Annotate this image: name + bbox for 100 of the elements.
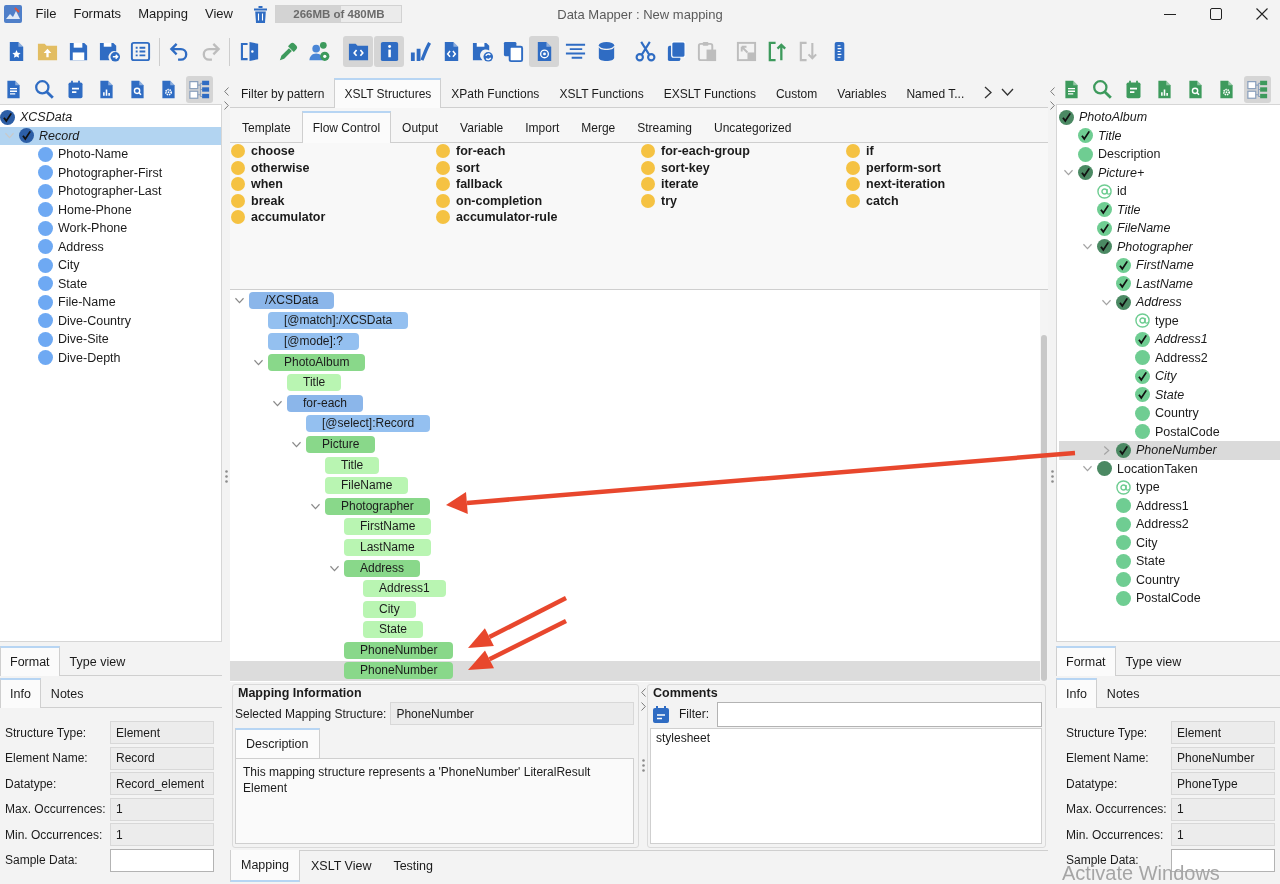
tree-row[interactable]: City bbox=[1059, 533, 1280, 552]
tree-row[interactable]: type bbox=[1059, 311, 1280, 330]
filter-field[interactable] bbox=[717, 701, 1042, 727]
palette-item[interactable]: sort bbox=[456, 160, 480, 175]
tree-row[interactable]: Photographer bbox=[230, 495, 1040, 517]
chevron-right-icon[interactable] bbox=[984, 86, 993, 99]
grip-icon[interactable] bbox=[224, 470, 228, 483]
tab[interactable]: Named T... bbox=[896, 78, 975, 108]
tree-row[interactable]: PhotoAlbum bbox=[230, 351, 1040, 373]
tree-row[interactable]: [@select]:Record bbox=[230, 413, 1040, 435]
tree-row[interactable]: Title bbox=[230, 372, 1040, 393]
tree-row[interactable]: State bbox=[1059, 552, 1280, 571]
tab[interactable]: Description bbox=[235, 728, 320, 758]
mapping-node[interactable]: Picture bbox=[306, 435, 376, 453]
tree-row[interactable]: PhotoAlbum bbox=[1059, 108, 1280, 127]
tree-row[interactable]: Work-Phone bbox=[0, 219, 221, 238]
selected-structure-field[interactable]: PhoneNumber bbox=[390, 702, 634, 725]
tree-row[interactable]: State bbox=[1059, 385, 1280, 404]
tree-view-button[interactable] bbox=[186, 76, 213, 103]
mapping-node[interactable]: Photographer bbox=[325, 497, 430, 515]
palette-item[interactable]: otherwise bbox=[251, 160, 310, 175]
tree-row[interactable]: Country bbox=[1059, 570, 1280, 589]
tree-row[interactable]: File-Name bbox=[0, 293, 221, 312]
property-field[interactable]: Record_element bbox=[110, 772, 214, 796]
tree-row[interactable]: Description bbox=[1059, 145, 1280, 164]
palette-item[interactable]: choose bbox=[251, 144, 295, 159]
property-field[interactable]: 1 bbox=[110, 823, 214, 847]
menu-item[interactable]: Formats bbox=[64, 4, 130, 24]
palette-item[interactable]: perform-sort bbox=[866, 160, 941, 175]
tab[interactable]: Notes bbox=[40, 678, 94, 708]
tab[interactable]: Info bbox=[0, 678, 41, 708]
tab[interactable]: Flow Control bbox=[301, 111, 392, 143]
tab[interactable]: Merge bbox=[570, 111, 627, 143]
tree-row[interactable]: Address2 bbox=[1059, 348, 1280, 367]
mapping-node[interactable]: City bbox=[363, 600, 416, 618]
tree-row[interactable]: Address1 bbox=[1059, 496, 1280, 515]
grip-icon[interactable] bbox=[1050, 470, 1054, 483]
tree-row[interactable]: Title bbox=[1059, 126, 1280, 145]
tree-row[interactable]: Picture+ bbox=[1059, 163, 1280, 182]
property-field[interactable] bbox=[110, 848, 214, 872]
tree-row[interactable]: Address1 bbox=[230, 578, 1040, 599]
tree-row[interactable]: PostalCode bbox=[1059, 422, 1280, 441]
mapping-node[interactable]: State bbox=[363, 621, 424, 639]
tree-row[interactable]: State bbox=[0, 274, 221, 293]
tree-view-button[interactable] bbox=[1244, 76, 1271, 103]
mapping-node[interactable]: PhoneNumber bbox=[344, 662, 454, 680]
tree-row[interactable]: XCSData bbox=[0, 108, 221, 127]
tree-row[interactable]: PhoneNumber bbox=[230, 640, 1040, 661]
property-field[interactable]: PhoneNumber bbox=[1171, 746, 1275, 770]
tree-row[interactable]: LastName bbox=[1059, 274, 1280, 293]
property-field[interactable]: 1 bbox=[110, 797, 214, 821]
property-field[interactable]: PhoneType bbox=[1171, 772, 1275, 796]
mapping-node[interactable]: Title bbox=[325, 456, 380, 474]
tab[interactable]: Type view bbox=[1115, 646, 1192, 676]
tree-row[interactable]: Dive-Depth bbox=[0, 348, 221, 367]
tree-row[interactable]: Title bbox=[230, 454, 1040, 476]
menu-item[interactable]: File bbox=[27, 4, 65, 24]
close-icon[interactable] bbox=[1256, 8, 1268, 20]
tree-row[interactable]: id bbox=[1059, 182, 1280, 201]
property-field[interactable]: Element bbox=[1171, 721, 1275, 744]
mapping-node[interactable]: FirstName bbox=[344, 518, 432, 536]
property-field[interactable]: 1 bbox=[1171, 797, 1275, 821]
chevron-down-icon[interactable] bbox=[1001, 88, 1015, 96]
tree-row[interactable]: PostalCode bbox=[1059, 589, 1280, 608]
tree-row[interactable]: Photographer-Last bbox=[0, 182, 221, 201]
tree-row[interactable]: Address bbox=[230, 557, 1040, 579]
info-button[interactable] bbox=[374, 36, 404, 67]
chevron-left-icon[interactable] bbox=[640, 688, 646, 697]
mapping-node[interactable]: Address1 bbox=[363, 580, 446, 598]
tab[interactable]: Info bbox=[1056, 678, 1097, 708]
property-field[interactable]: Element bbox=[110, 721, 214, 744]
memory-bar[interactable]: 266MB of 480MB bbox=[275, 5, 403, 23]
mapping-node[interactable]: PhoneNumber bbox=[344, 641, 454, 659]
palette-item[interactable]: when bbox=[251, 177, 283, 192]
tree-row[interactable]: /XCSData bbox=[230, 290, 1040, 311]
file-at-button[interactable] bbox=[529, 36, 559, 67]
tree-row[interactable]: PhoneNumber bbox=[1059, 441, 1280, 460]
tree-row[interactable]: Photographer-First bbox=[0, 163, 221, 182]
tree-row[interactable]: Dive-Site bbox=[0, 330, 221, 349]
tree-row[interactable]: Address bbox=[1059, 293, 1280, 312]
tab[interactable]: XSLT View bbox=[299, 850, 383, 882]
tab[interactable]: EXSLT Functions bbox=[653, 78, 766, 108]
tree-row[interactable]: City bbox=[230, 598, 1040, 620]
tab[interactable]: Custom bbox=[765, 78, 828, 108]
mapping-node[interactable]: [@mode]:? bbox=[268, 333, 359, 350]
tree-row[interactable]: Picture bbox=[230, 434, 1040, 455]
tree-row[interactable]: FirstName bbox=[1059, 256, 1280, 275]
tree-row[interactable]: FileName bbox=[230, 475, 1040, 496]
palette-item[interactable]: break bbox=[251, 193, 285, 208]
tab[interactable]: Testing bbox=[382, 850, 444, 882]
tab[interactable]: Format bbox=[1056, 646, 1116, 676]
tree-row[interactable]: LastName bbox=[230, 537, 1040, 558]
tree-row[interactable]: PhoneNumber bbox=[230, 660, 1040, 682]
grip-icon[interactable] bbox=[641, 759, 645, 772]
tab[interactable]: XPath Functions bbox=[441, 78, 550, 108]
chevron-left-icon[interactable] bbox=[223, 87, 229, 96]
mapping-node[interactable]: PhotoAlbum bbox=[268, 353, 366, 371]
tree-row[interactable]: LocationTaken bbox=[1059, 459, 1280, 478]
tree-row[interactable]: City bbox=[0, 256, 221, 275]
tree-row[interactable]: type bbox=[1059, 478, 1280, 497]
